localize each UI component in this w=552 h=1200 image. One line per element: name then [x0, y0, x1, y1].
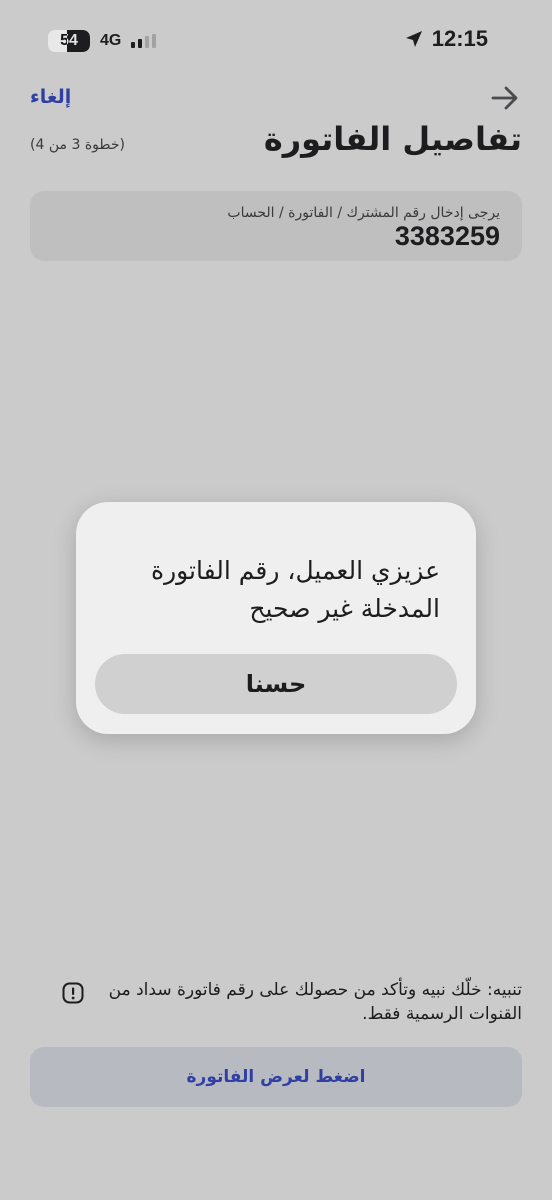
signal-icon [131, 34, 157, 48]
status-time: 12:15 [431, 26, 488, 51]
location-arrow-icon [405, 31, 422, 47]
page-title: تفاصيل الفاتورة [263, 120, 522, 158]
status-bar: 54 4G 12:15 [0, 0, 552, 80]
step-indicator: (خطوة 3 من 4) [30, 137, 125, 153]
warning-notice: تنبيه: خلّك نبيه وتأكد من حصولك على رقم … [62, 978, 522, 1026]
arrow-right-icon[interactable] [490, 84, 520, 112]
exclamation-icon [62, 982, 84, 1004]
error-alert-dialog: عزيزي العميل، رقم الفاتورة المدخلة غير ص… [76, 502, 476, 734]
alert-message: عزيزي العميل، رقم الفاتورة المدخلة غير ص… [150, 556, 440, 623]
status-time-group: 12:15 [404, 26, 488, 52]
battery-level: 54 [60, 32, 78, 49]
alert-ok-button[interactable]: حسنا [95, 654, 457, 714]
warning-text: تنبيه: خلّك نبيه وتأكد من حصولك على رقم … [108, 980, 522, 1024]
view-bill-button[interactable]: اضغط لعرض الفاتورة [30, 1047, 522, 1107]
bill-number-field[interactable]: يرجى إدخال رقم المشترك / الفاتورة / الحس… [30, 191, 522, 261]
status-indicators: 54 4G [48, 30, 157, 52]
bill-number-value[interactable]: 3383259 [395, 221, 500, 252]
cancel-link[interactable]: إلغاء [30, 86, 71, 108]
battery-icon: 54 [48, 30, 90, 52]
network-type: 4G [100, 32, 122, 49]
bill-number-label: يرجى إدخال رقم المشترك / الفاتورة / الحس… [227, 205, 500, 221]
